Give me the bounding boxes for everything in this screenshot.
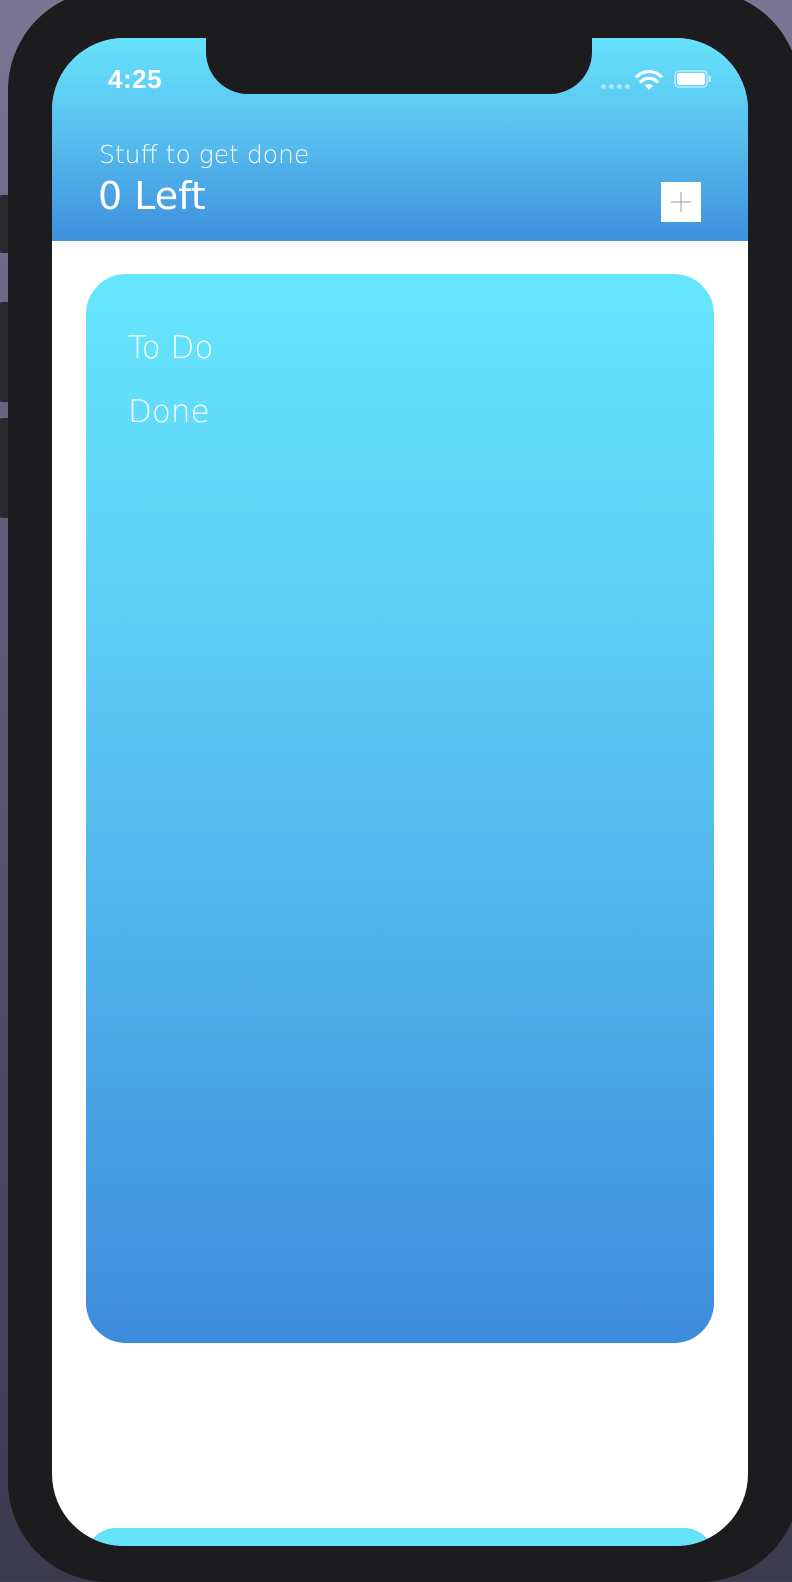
next-card-peek[interactable] xyxy=(86,1528,714,1546)
status-time: 4:25 xyxy=(108,64,163,94)
app-screen: 4:25 Stuff to get done 0 Left To Do Done xyxy=(52,38,748,1546)
cellular-dots-icon xyxy=(601,84,630,89)
battery-icon xyxy=(674,70,711,88)
header-subtitle: Stuff to get done xyxy=(99,140,310,169)
wifi-icon xyxy=(635,69,663,90)
list-item-to-do[interactable]: To Do xyxy=(128,330,213,366)
remaining-count: 0 Left xyxy=(98,174,206,218)
device-notch xyxy=(206,38,592,94)
add-task-button[interactable] xyxy=(661,182,701,222)
list-item-done[interactable]: Done xyxy=(128,394,210,430)
task-list-card: To Do Done xyxy=(86,274,714,1343)
plus-icon xyxy=(671,192,691,212)
